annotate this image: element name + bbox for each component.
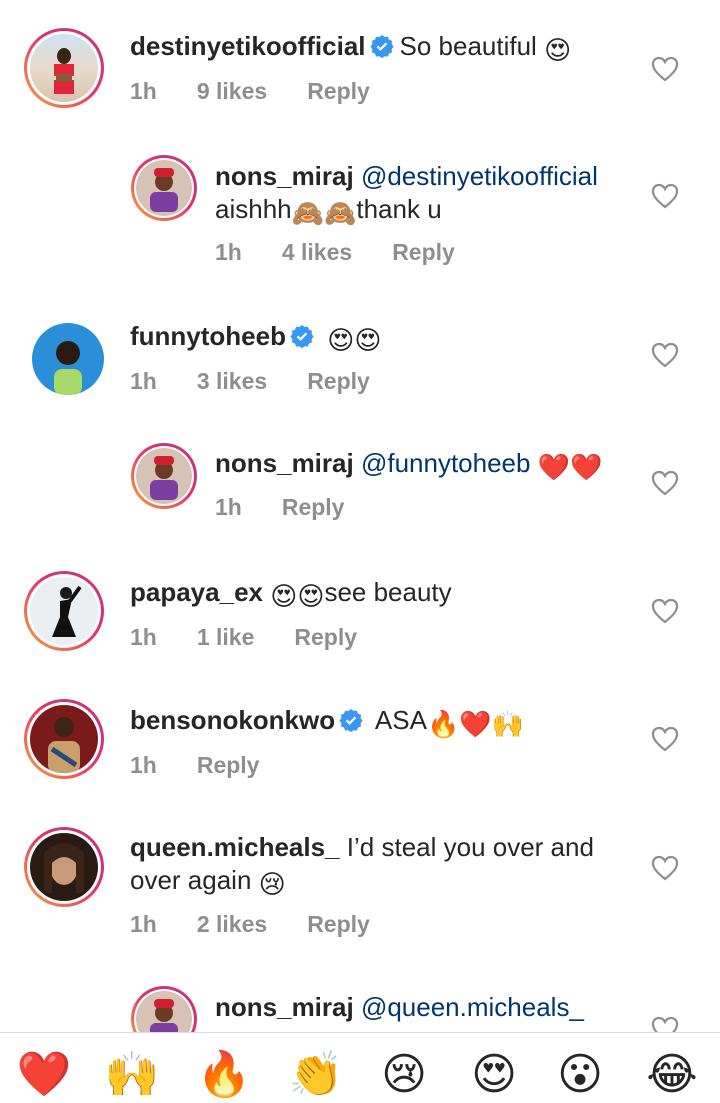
- mention-link[interactable]: @queen.micheals_: [361, 992, 584, 1022]
- timestamp: 1h: [130, 78, 157, 104]
- surprised-face-icon[interactable]: 😮: [552, 1047, 608, 1103]
- mention-link[interactable]: @funnytoheeb: [361, 448, 531, 478]
- reply-button[interactable]: Reply: [307, 911, 370, 937]
- fire-icon[interactable]: 🔥: [196, 1047, 252, 1103]
- comment-text: funnytoheeb 😍😍: [130, 320, 381, 357]
- avatar[interactable]: [24, 827, 104, 907]
- likes-count[interactable]: 1 like: [197, 624, 255, 650]
- reply-button[interactable]: Reply: [307, 78, 370, 104]
- comment-body-end: thank u: [356, 194, 442, 224]
- avatar[interactable]: [131, 986, 197, 1032]
- comment-meta: 1h 9 likes Reply: [130, 78, 410, 105]
- heart-eyes-emoji: 😍: [544, 35, 572, 65]
- comment-meta: 1h Reply: [130, 752, 299, 779]
- verified-badge-icon: [369, 35, 394, 58]
- see-no-evil-monkey-emoji: 🙈🙈: [291, 198, 357, 228]
- crying-face-icon[interactable]: 😢: [376, 1047, 432, 1103]
- reply-button[interactable]: Reply: [307, 368, 370, 394]
- likes-count[interactable]: 4 likes: [282, 239, 352, 265]
- likes-count[interactable]: 3 likes: [197, 368, 267, 394]
- comment-meta: 1h 4 likes Reply: [215, 239, 495, 266]
- comment-body: I’d steal you over and: [346, 832, 594, 862]
- avatar[interactable]: [24, 699, 104, 779]
- timestamp: 1h: [130, 752, 157, 778]
- comment-meta: 1h 1 like Reply: [130, 624, 397, 651]
- reply-button[interactable]: Reply: [197, 752, 260, 778]
- avatar[interactable]: [131, 155, 197, 221]
- comment-body: ASA: [374, 705, 427, 735]
- comment-body: see beauty: [324, 577, 452, 607]
- raising-hands-icon[interactable]: 🙌: [104, 1047, 160, 1103]
- heart-eyes-emoji: 😍😍: [327, 325, 382, 355]
- avatar[interactable]: [24, 28, 104, 108]
- heart-eyes-icon[interactable]: 😍: [466, 1047, 522, 1103]
- avatar[interactable]: [24, 571, 104, 651]
- likes-count[interactable]: 2 likes: [197, 911, 267, 937]
- red-heart-emoji: ❤️❤️: [537, 452, 603, 482]
- comment-text: nons_miraj @funnytoheeb ❤️❤️: [215, 447, 602, 484]
- red-heart-icon[interactable]: ❤️: [16, 1047, 72, 1103]
- timestamp: 1h: [130, 368, 157, 394]
- timestamp: 1h: [215, 239, 242, 265]
- like-heart-icon[interactable]: [651, 1016, 679, 1032]
- avatar[interactable]: [131, 443, 197, 509]
- clapping-hands-icon[interactable]: 👏: [288, 1047, 344, 1103]
- username[interactable]: queen.micheals_: [130, 832, 340, 862]
- like-heart-icon[interactable]: [651, 726, 679, 752]
- crying-face-emoji: 😢: [258, 869, 286, 899]
- comment-text: bensonokonkwo ASA🔥❤️🙌: [130, 704, 524, 741]
- emoji-reaction-bar: ❤️ 🙌 🔥 👏 😢 😍 😮 😂: [0, 1032, 720, 1099]
- username[interactable]: nons_miraj: [215, 448, 354, 478]
- comment-text: destinyetikoofficial So beautiful 😍: [130, 30, 571, 67]
- fire-heart-hands-emoji: 🔥❤️🙌: [426, 709, 525, 739]
- comment-text: papaya_ex 😍😍see beauty: [130, 576, 452, 613]
- reply-button[interactable]: Reply: [282, 494, 345, 520]
- timestamp: 1h: [130, 911, 157, 937]
- heart-eyes-emoji: 😍😍: [270, 581, 325, 611]
- comments-list: destinyetikoofficial So beautiful 😍 1h 9 l…: [0, 0, 720, 1032]
- like-heart-icon[interactable]: [651, 470, 679, 496]
- comment-meta: 1h Reply: [215, 494, 384, 521]
- comment-text: queen.micheals_ I’d steal you over and o…: [130, 831, 594, 901]
- tears-of-joy-icon[interactable]: 😂: [644, 1047, 700, 1103]
- verified-badge-icon: [339, 709, 363, 732]
- username[interactable]: nons_miraj: [215, 992, 354, 1022]
- like-heart-icon[interactable]: [651, 183, 679, 209]
- comment-text: nons_miraj @destinyetikoofficial aishhh🙈…: [215, 160, 598, 230]
- username[interactable]: destinyetikoofficial: [130, 31, 366, 61]
- reply-button[interactable]: Reply: [294, 624, 357, 650]
- likes-count[interactable]: 9 likes: [197, 78, 267, 104]
- username[interactable]: funnytoheeb: [130, 321, 286, 351]
- username[interactable]: bensonokonkwo: [130, 705, 335, 735]
- like-heart-icon[interactable]: [651, 598, 679, 624]
- username[interactable]: nons_miraj: [215, 161, 354, 191]
- avatar[interactable]: [32, 323, 104, 395]
- like-heart-icon[interactable]: [651, 855, 679, 881]
- timestamp: 1h: [215, 494, 242, 520]
- comment-body: So beautiful: [399, 31, 537, 61]
- comment-text: nons_miraj @queen.micheals_: [215, 991, 584, 1024]
- comment-body-2: over again: [130, 865, 252, 895]
- timestamp: 1h: [130, 624, 157, 650]
- username[interactable]: papaya_ex: [130, 577, 263, 607]
- like-heart-icon[interactable]: [651, 56, 679, 82]
- verified-badge-icon: [290, 325, 314, 348]
- like-heart-icon[interactable]: [651, 342, 679, 368]
- comment-meta: 1h 3 likes Reply: [130, 368, 410, 395]
- mention-link[interactable]: @destinyetikoofficial: [361, 161, 598, 191]
- comment-body: aishhh: [215, 194, 292, 224]
- comment-meta: 1h 2 likes Reply: [130, 911, 410, 938]
- reply-button[interactable]: Reply: [392, 239, 455, 265]
